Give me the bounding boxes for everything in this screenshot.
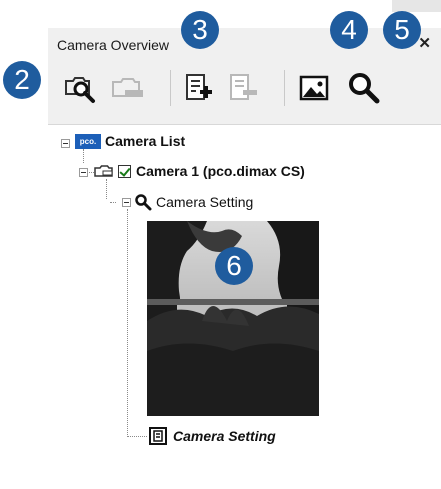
tree-line bbox=[127, 436, 147, 437]
close-button[interactable]: ✕ bbox=[418, 34, 431, 52]
camera-icon bbox=[112, 78, 143, 97]
tree-line bbox=[106, 179, 107, 199]
callout-badge-2: 2 bbox=[3, 61, 41, 99]
tree-node-camera-list[interactable]: pco. Camera List bbox=[75, 133, 185, 149]
pco-logo: pco. bbox=[75, 133, 101, 149]
camera-checkbox[interactable] bbox=[118, 164, 131, 178]
toolbar bbox=[48, 62, 441, 118]
callout-badge-5: 5 bbox=[383, 11, 421, 49]
tree-line bbox=[110, 202, 116, 203]
tree-node-camera-setting[interactable]: Camera Setting bbox=[134, 193, 253, 211]
tree-line bbox=[87, 172, 94, 173]
camera-list-label: Camera List bbox=[105, 133, 186, 149]
camera-disabled-button[interactable] bbox=[109, 68, 149, 108]
callout-badge-3: 3 bbox=[181, 11, 219, 49]
camera-tree: pco. Camera List Camera 1 (pco.dimax CS)… bbox=[48, 124, 441, 489]
camera-setting-detail-label: Camera Setting bbox=[173, 428, 276, 444]
add-setting-button[interactable] bbox=[179, 68, 219, 108]
image-icon bbox=[299, 75, 329, 101]
camera-search-icon bbox=[65, 77, 95, 103]
show-image-button[interactable] bbox=[294, 68, 334, 108]
tree-node-camera-setting-detail[interactable]: Camera Setting bbox=[149, 427, 276, 445]
camera-setting-label: Camera Setting bbox=[156, 194, 254, 210]
callout-badge-6: 6 bbox=[215, 247, 253, 285]
window-top-strip bbox=[0, 0, 441, 28]
search-camera-button[interactable] bbox=[61, 68, 101, 108]
callout-badge-4: 4 bbox=[330, 11, 368, 49]
panel-title: Camera Overview bbox=[57, 37, 170, 53]
panel-title-bar: Camera Overview ✕ bbox=[48, 28, 441, 62]
toolbar-separator bbox=[284, 70, 285, 106]
add-document-icon bbox=[186, 74, 212, 100]
tree-line bbox=[127, 209, 128, 435]
remove-document-icon bbox=[230, 74, 257, 100]
zoom-image-button[interactable] bbox=[344, 68, 384, 108]
toolbar-separator bbox=[170, 70, 171, 106]
settings-document-icon bbox=[149, 427, 167, 445]
tree-node-camera-1[interactable]: Camera 1 (pco.dimax CS) bbox=[94, 163, 305, 179]
root-expander[interactable] bbox=[61, 139, 70, 148]
tree-line bbox=[83, 149, 84, 163]
remove-setting-button[interactable] bbox=[223, 68, 263, 108]
camera-expander[interactable] bbox=[79, 168, 88, 177]
magnifier-icon bbox=[135, 194, 152, 211]
camera-icon bbox=[94, 165, 113, 177]
setting-expander[interactable] bbox=[122, 198, 131, 207]
camera-label: Camera 1 (pco.dimax CS) bbox=[136, 163, 305, 179]
magnifier-icon bbox=[349, 73, 380, 104]
